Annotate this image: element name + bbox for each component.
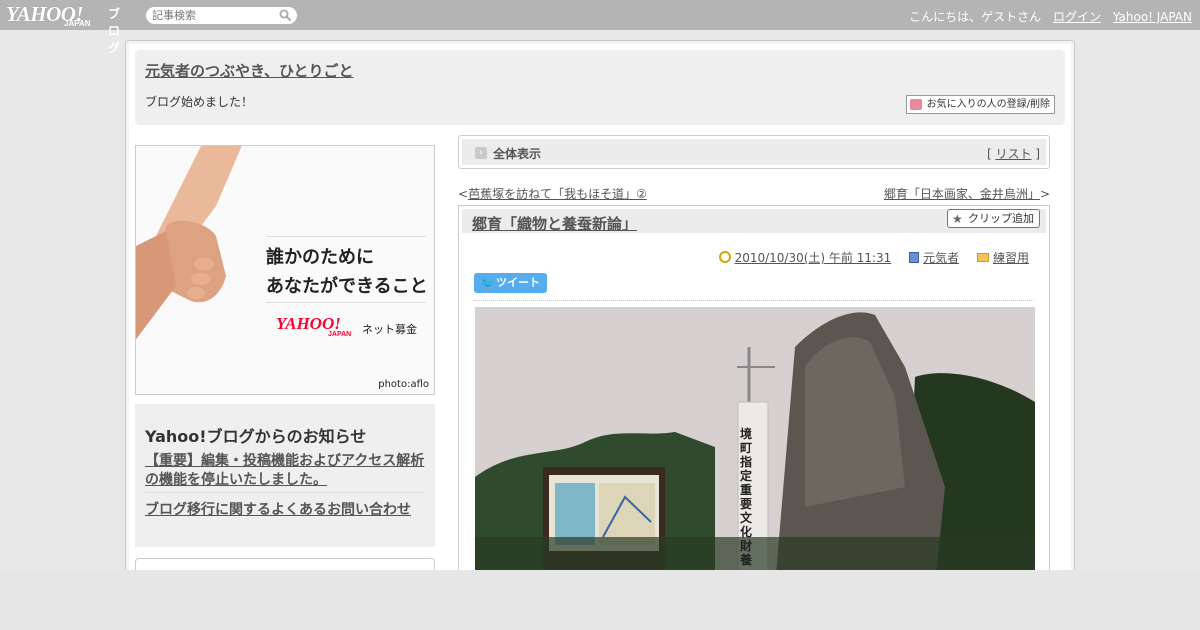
blog-description: ブログ始めました！ [145, 95, 254, 109]
tweet-button[interactable]: 🐦 ツイート [474, 273, 547, 293]
monument-photo-image [475, 307, 1035, 586]
author-link[interactable]: 元気者 [923, 251, 959, 265]
article-photo[interactable]: 境町指定重要文化財 養 [475, 307, 1035, 586]
search-icon[interactable] [279, 9, 292, 22]
search-input[interactable] [152, 8, 277, 23]
ad-divider [266, 236, 426, 237]
meta-divider [474, 300, 1034, 301]
logo-japan-text: JAPAN [64, 19, 91, 28]
article: 郷育「織物と養蚕新論」 ★ クリップ追加 2010/10/30(土) 午前 11… [458, 205, 1050, 586]
ad-divider [266, 302, 426, 303]
list-view-link[interactable]: リスト [995, 147, 1031, 161]
article-datetime-link[interactable]: 2010/10/30(土) 午前 11:31 [735, 251, 892, 265]
search-box [146, 7, 297, 24]
notice-divider [145, 492, 425, 493]
notice-box: Yahoo!ブログからのお知らせ 【重要】編集・投稿機能およびアクセス解析の機能… [135, 404, 435, 547]
account-links: こんにちは、ゲストさん ログイン Yahoo! JAPAN [901, 8, 1192, 25]
view-mode-bar: › 全体表示 [ リスト ] [458, 135, 1050, 169]
category-link[interactable]: 練習用 [993, 251, 1029, 265]
clip-add-button[interactable]: ★ クリップ追加 [947, 209, 1040, 228]
handshake-image [136, 146, 242, 340]
favorite-button-label: お気に入りの人の登録/削除 [926, 99, 1050, 110]
article-title-link[interactable]: 郷育「織物と養蚕新論」 [472, 213, 637, 234]
star-icon: ★ [952, 212, 963, 226]
notice-link-faq[interactable]: ブログ移行に関するよくあるお問い合わせ [145, 499, 411, 519]
favorite-register-button[interactable]: お気に入りの人の登録/削除 [905, 95, 1055, 114]
logo-blog-text: ブログ [108, 7, 121, 55]
next-article-nav: 郷育「日本画家、金井烏洲」> [883, 187, 1050, 201]
next-article-link[interactable]: 郷育「日本画家、金井烏洲」 [884, 187, 1040, 201]
twitter-bird-icon: 🐦 [480, 276, 495, 290]
heart-icon [909, 99, 922, 110]
login-link[interactable]: ログイン [1053, 10, 1101, 24]
tweet-button-label: ツイート [496, 276, 540, 289]
article-header: 郷育「織物と養蚕新論」 ★ クリップ追加 [462, 209, 1046, 233]
view-mode-bar-inner: › 全体表示 [ リスト ] [462, 139, 1046, 165]
prev-article-nav: <芭蕉塚を訪ねて「我もほそ道」② [458, 187, 647, 201]
yahoo-japan-link[interactable]: Yahoo! JAPAN [1113, 10, 1192, 24]
folder-icon [976, 253, 989, 262]
global-header: YAHOO! JAPAN ブログ こんにちは、ゲストさん ログイン Yahoo!… [0, 0, 1200, 55]
greeting-text: こんにちは、ゲストさん [909, 10, 1042, 24]
clip-button-label: クリップ追加 [968, 212, 1034, 225]
ad-line1: 誰かのために [266, 247, 374, 268]
list-link-wrapper: [ リスト ] [986, 147, 1040, 161]
author-icon [909, 252, 920, 263]
article-meta: 2010/10/30(土) 午前 11:31 元気者 練習用 [718, 249, 1029, 266]
charity-ad-banner[interactable]: 誰かのために あなたができること YAHOO! JAPAN ネット募金 phot… [135, 145, 435, 395]
notice-title: Yahoo!ブログからのお知らせ [145, 427, 367, 446]
ad-service-name: ネット募金 [362, 323, 417, 336]
photo-credit: photo:aflo [378, 379, 429, 390]
notice-link-important[interactable]: 【重要】編集・投稿機能およびアクセス解析の機能を停止いたしました。 [145, 452, 427, 490]
blog-header: 元気者のつぶやき、ひとりごと ブログ始めました！ お気に入りの人の登録/削除 [135, 50, 1065, 125]
clock-icon [718, 251, 731, 263]
prev-article-link[interactable]: 芭蕉塚を訪ねて「我もほそ道」② [468, 187, 647, 201]
page-footer-band [0, 570, 1200, 630]
view-all-label: 全体表示 [493, 147, 542, 161]
ad-line2: あなたができること [266, 276, 428, 297]
chevron-right-icon: › [475, 147, 487, 159]
ad-yahoo-logo-japan: JAPAN [328, 331, 352, 338]
blog-title-link[interactable]: 元気者のつぶやき、ひとりごと [145, 60, 354, 81]
monument-pillar-text: 境町指定重要文化財 養 [740, 427, 753, 567]
